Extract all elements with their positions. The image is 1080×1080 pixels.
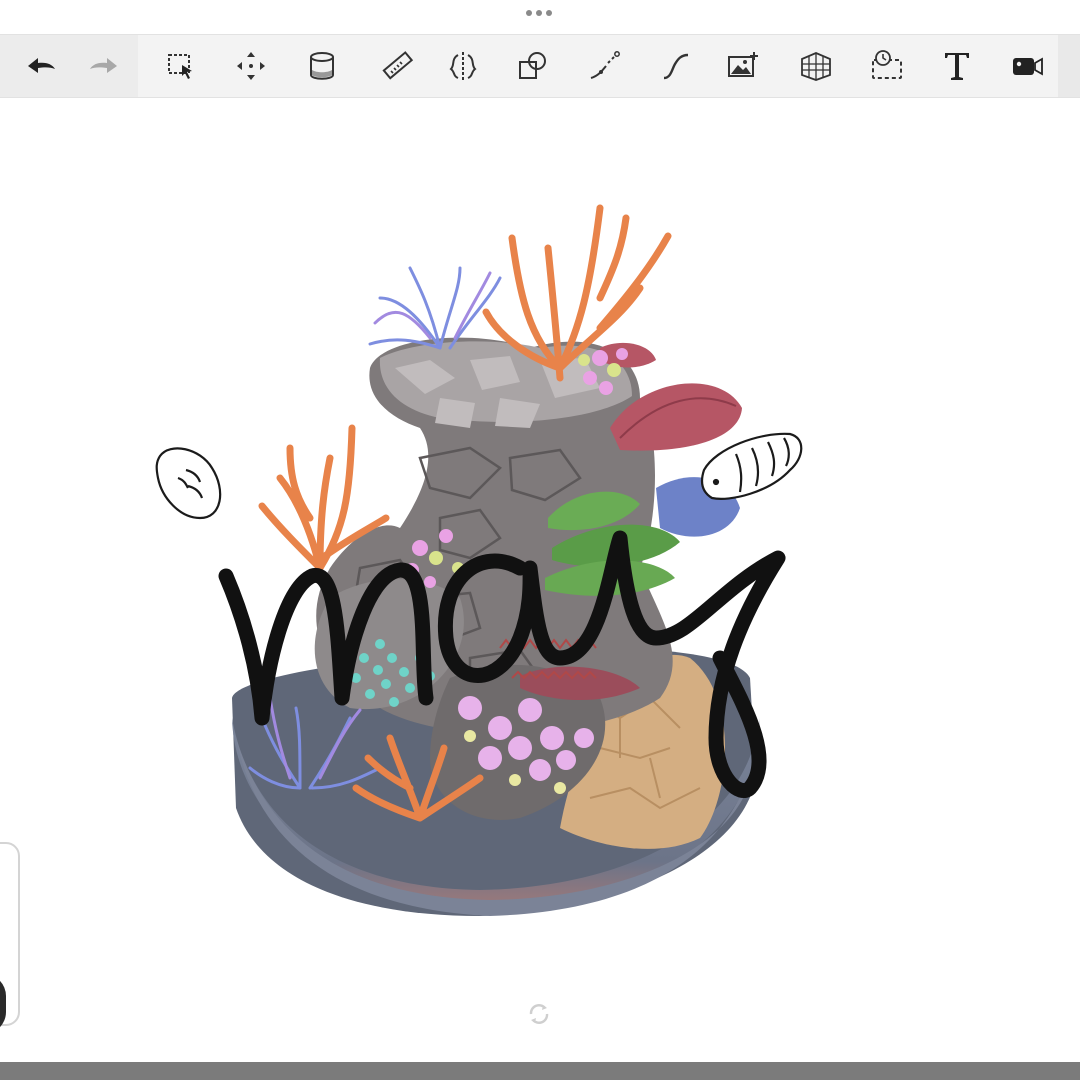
undo-icon [28, 58, 55, 73]
drawing-canvas[interactable]: may [0, 98, 1080, 1062]
timelapse-tool[interactable] [867, 46, 907, 86]
redo-button[interactable] [84, 46, 124, 86]
toolbar [0, 34, 1080, 98]
top-handle-bar [0, 0, 1080, 34]
ruler-icon [382, 51, 414, 80]
record-tool[interactable] [1007, 46, 1047, 86]
curve-tool[interactable] [656, 46, 696, 86]
symmetry-tool[interactable] [443, 46, 483, 86]
shapes-tool[interactable] [513, 46, 553, 86]
selection-tool[interactable] [161, 46, 201, 86]
curve-icon [663, 53, 689, 80]
perspective-tool[interactable] [796, 46, 836, 86]
stroke-icon [590, 51, 620, 79]
text-tool[interactable] [937, 46, 977, 86]
video-camera-icon [1013, 57, 1043, 76]
move-icon [237, 52, 265, 80]
import-image-tool[interactable] [723, 46, 763, 86]
ruler-tool[interactable] [377, 46, 417, 86]
toolbar-edge [1058, 35, 1080, 97]
text-icon [945, 53, 969, 80]
fill-bucket-icon [310, 52, 334, 80]
perspective-grid-icon [801, 52, 831, 81]
critter-doodle-left [155, 447, 222, 520]
coral-reef-bowl-illustration: may [155, 204, 803, 916]
transform-tool[interactable] [231, 46, 271, 86]
symmetry-icon [449, 52, 477, 80]
redo-icon [90, 58, 117, 73]
shapes-icon [519, 52, 546, 79]
fill-tool[interactable] [302, 46, 342, 86]
undo-button[interactable] [21, 46, 61, 86]
timelapse-icon [872, 50, 902, 79]
sync-icon [529, 1004, 549, 1024]
bottom-status-bar [0, 1062, 1080, 1080]
image-add-icon [728, 52, 758, 77]
more-dots-icon[interactable] [526, 10, 552, 16]
predictive-stroke-tool[interactable] [585, 46, 625, 86]
selection-icon [168, 54, 192, 79]
critter-doodle-right [701, 432, 803, 500]
